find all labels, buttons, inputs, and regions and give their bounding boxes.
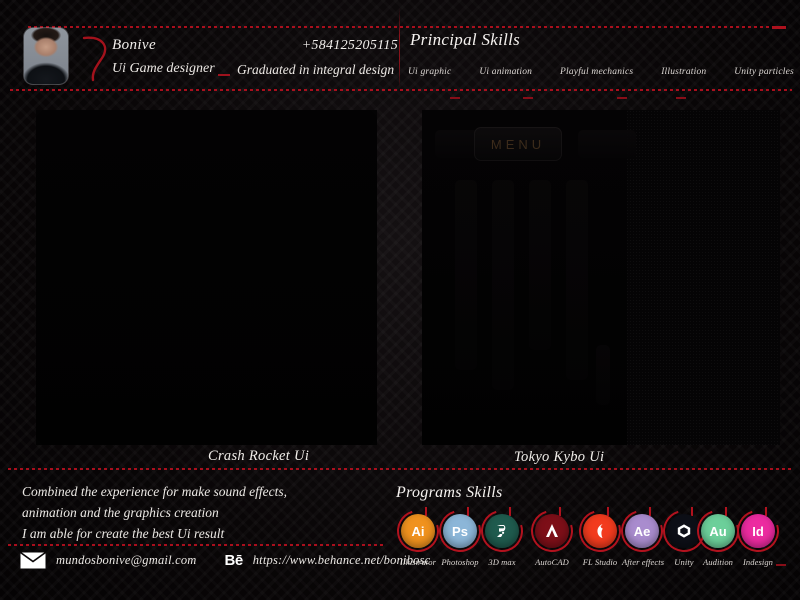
- program-icon-ring: Id: [729, 502, 787, 560]
- footer-top-divider: [8, 468, 792, 470]
- photoshop-icon: Ps: [443, 514, 477, 548]
- nav-tick-1: [450, 97, 460, 99]
- program-indesign[interactable]: Id Indesign: [729, 502, 787, 567]
- about-text: Combined the experience for make sound e…: [22, 482, 382, 545]
- project-preview-crash-rocket[interactable]: [36, 110, 377, 445]
- footer-corner-tick: [776, 564, 786, 566]
- program-icon-ring: Ai: [389, 502, 447, 560]
- program-label: Audition: [702, 557, 734, 567]
- nav-tick-2: [523, 97, 533, 99]
- project-caption-crash-rocket: Crash Rocket Ui: [208, 448, 310, 464]
- ui-mock-menu-label: MENU: [490, 136, 546, 152]
- header-corner-tick: [772, 26, 786, 29]
- portfolio-page: Bonive Ui Game designer Graduated in int…: [0, 0, 800, 600]
- principal-skills-list: Ui graphic Ui animation Playful mechanic…: [408, 62, 794, 82]
- skill-item-playful-mechanics[interactable]: Playful mechanics: [560, 67, 633, 77]
- illustrator-mark: Ai: [411, 523, 425, 539]
- nav-tick-4: [676, 97, 686, 99]
- ui-mock-column-1: [455, 180, 477, 370]
- program-icon-ring: [473, 502, 531, 560]
- skill-item-ui-animation[interactable]: Ui animation: [479, 67, 532, 77]
- fl-studio-glyph-icon: [597, 524, 603, 538]
- about-line-3: I am able for create the best Ui result: [22, 525, 225, 541]
- skill-item-unity-particles[interactable]: Unity particles: [734, 67, 794, 77]
- 3d-max-icon: [485, 514, 519, 548]
- avatar-portrait-photo: [24, 28, 68, 84]
- unity-glyph-icon: [677, 524, 691, 538]
- audition-icon: Au: [701, 514, 735, 548]
- photoshop-mark: Ps: [452, 523, 468, 539]
- profile-role: Ui Game designer: [112, 60, 215, 76]
- profile-graduation: Graduated in integral design: [237, 62, 395, 77]
- contact-email[interactable]: mundosbonive@gmail.com: [56, 553, 197, 568]
- program-icon-ring: [571, 502, 629, 560]
- program-icon-ring: Ps: [431, 502, 489, 560]
- program-label: Photoshop: [441, 557, 479, 567]
- avatar: [24, 28, 68, 84]
- program-label: 3D max: [488, 557, 516, 567]
- program-label: AutoCAD: [535, 557, 569, 567]
- identity-block: Bonive Ui Game designer: [112, 37, 215, 76]
- swoosh-decoration: [82, 36, 107, 82]
- audition-mark: Au: [709, 523, 727, 539]
- contact-behance-url[interactable]: https://www.behance.net/bonibosc: [253, 553, 431, 568]
- about-line-2: animation and the graphics creation: [22, 504, 219, 520]
- program-autocad[interactable]: AutoCAD: [523, 502, 581, 567]
- 3d-max-glyph-icon: [497, 525, 506, 537]
- autocad-glyph-icon: [546, 524, 558, 537]
- project-caption-tokyo-kybo: Tokyo Kybo Ui: [514, 449, 605, 465]
- after-effects-icon: Ae: [625, 514, 659, 548]
- skill-item-illustration[interactable]: Illustration: [661, 67, 706, 77]
- indesign-icon: Id: [741, 514, 775, 548]
- behance-icon[interactable]: Bē: [225, 552, 244, 569]
- program-icon-ring: [523, 502, 581, 560]
- header: Bonive Ui Game designer Graduated in int…: [0, 0, 800, 99]
- skill-item-ui-graphic[interactable]: Ui graphic: [408, 67, 451, 77]
- illustrator-icon: Ai: [401, 514, 435, 548]
- program-fl-studio[interactable]: FL Studio: [571, 502, 629, 567]
- profile-name: Bonive: [112, 37, 157, 53]
- header-vertical-separator: [399, 8, 400, 88]
- envelope-icon[interactable]: [20, 551, 46, 569]
- autocad-icon: [535, 514, 569, 548]
- ui-mock-column-2: [492, 180, 514, 390]
- fl-studio-icon: [583, 514, 617, 548]
- principal-skills-title: Principal Skills: [410, 30, 521, 49]
- program-icon-ring: Au: [689, 502, 747, 560]
- program-label: Indesign: [742, 557, 774, 567]
- ui-mock-menu-button[interactable]: MENU: [474, 127, 562, 161]
- ui-mock-column-4: [566, 180, 588, 380]
- program-after-effects[interactable]: Ae After effects: [613, 502, 671, 567]
- ui-mock-accent-bar: [596, 345, 610, 405]
- program-icon-ring: Ae: [613, 502, 671, 560]
- program-3d-max[interactable]: 3D max: [473, 502, 531, 567]
- profile-phone: +584125205115: [301, 38, 398, 53]
- program-photoshop[interactable]: Ps Photoshop: [431, 502, 489, 567]
- program-label: FL Studio: [582, 557, 618, 567]
- nav-tick-3: [617, 97, 627, 99]
- after-effects-mark: Ae: [633, 523, 651, 539]
- contact-bar: mundosbonive@gmail.com Bē https://www.be…: [20, 551, 431, 569]
- header-bottom-divider: [10, 89, 792, 91]
- about-line-1: Combined the experience for make sound e…: [22, 484, 288, 499]
- programs-skills-list: Ai Illustrator Ps Photoshop 3D max AutoC…: [389, 502, 788, 578]
- ui-mock-right-button: [578, 130, 636, 158]
- programs-skills-title: Programs Skills: [396, 484, 503, 501]
- program-audition[interactable]: Au Audition: [689, 502, 747, 567]
- program-label: After effects: [622, 557, 665, 567]
- role-dash: [218, 74, 230, 76]
- ui-mock-column-3: [529, 180, 551, 350]
- indesign-mark: Id: [752, 523, 764, 539]
